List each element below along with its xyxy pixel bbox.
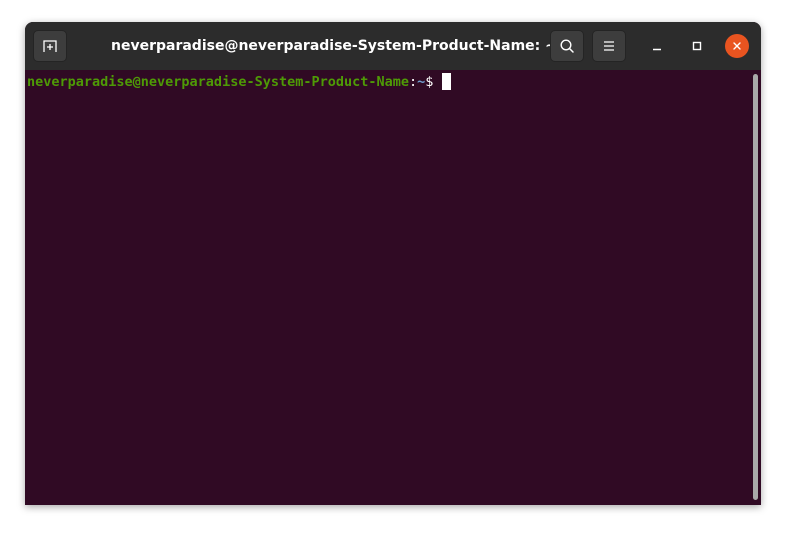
minimize-icon [653,48,661,51]
scrollbar[interactable] [753,74,758,500]
text-cursor [442,73,452,90]
search-button[interactable] [550,30,584,62]
minimize-button[interactable] [645,34,669,58]
maximize-icon [692,41,702,51]
terminal-area[interactable]: neverparadise@neverparadise-System-Produ… [25,70,761,505]
hamburger-menu-icon [604,41,614,51]
new-tab-icon [43,40,57,52]
close-button[interactable] [725,34,749,58]
maximize-button[interactable] [685,34,709,58]
prompt-user-host: neverparadise@neverparadise-System-Produ… [27,74,410,90]
close-icon [733,42,741,50]
menu-button[interactable] [592,30,626,62]
search-icon [560,39,574,53]
new-tab-button[interactable] [33,30,67,62]
shell-prompt: neverparadise@neverparadise-System-Produ… [27,73,452,91]
header-bar: neverparadise@neverparadise-System-Produ… [25,22,761,70]
window-title: neverparadise@neverparadise-System-Produ… [111,38,551,54]
prompt-colon: : [409,74,418,90]
terminal-window: neverparadise@neverparadise-System-Produ… [25,22,761,505]
prompt-symbol: $ [425,74,434,90]
